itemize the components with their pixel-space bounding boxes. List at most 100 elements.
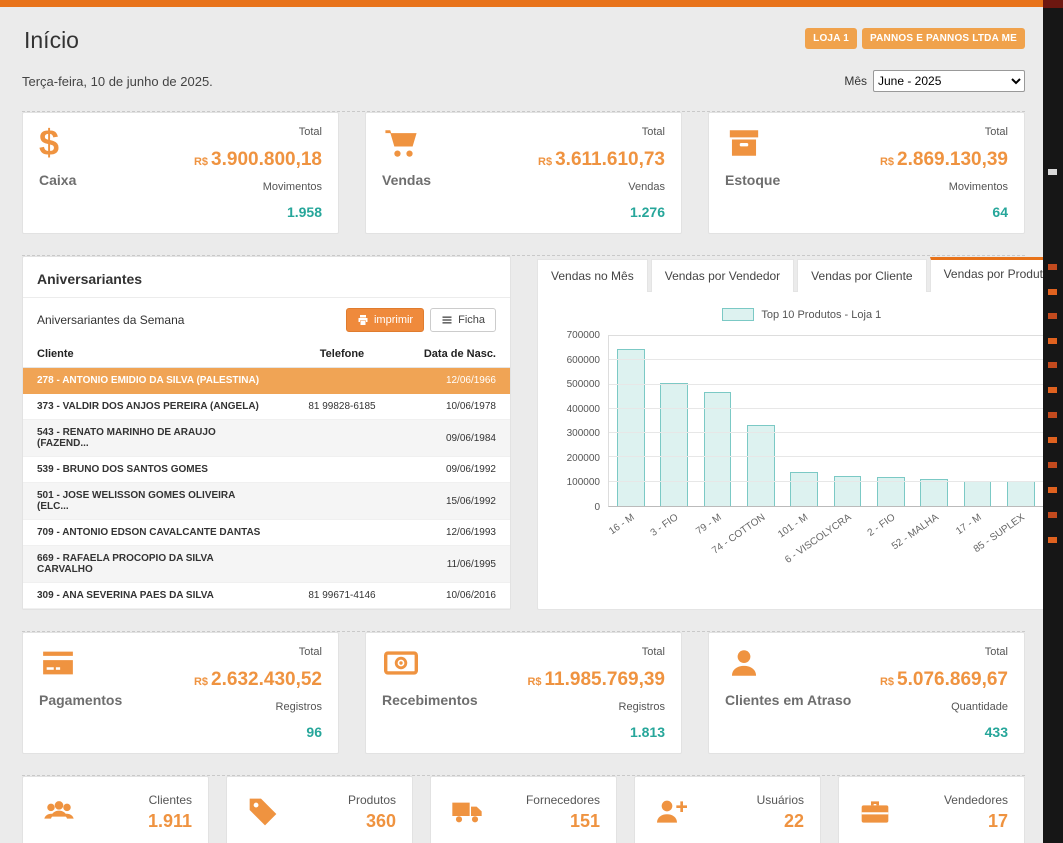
cell-data: 11/06/1995 <box>403 546 510 583</box>
date-row: Terça-feira, 10 de junho de 2025. Mês Ju… <box>22 70 1025 92</box>
vendedores-card[interactable]: Vendedores 17 <box>838 776 1025 843</box>
bar <box>920 479 948 506</box>
vendas-card[interactable]: Vendas Total R$3.611.610,73 Vendas 1.276 <box>365 112 682 234</box>
gridline <box>609 481 1043 482</box>
print-button[interactable]: imprimir <box>346 308 424 332</box>
card-title: Caixa <box>39 172 76 188</box>
tab-vendas-no-mes[interactable]: Vendas no Mês <box>537 259 648 292</box>
credit-card-icon <box>39 646 77 680</box>
total-label: Total <box>642 646 665 658</box>
cell-cliente: 709 - ANTONIO EDSON CAVALCANTE DANTAS <box>23 520 281 546</box>
sales-chart-panel: Top 10 Produtos - Loja 1 16 - M3 - FIO79… <box>537 291 1043 610</box>
cell-telefone <box>281 368 403 394</box>
recebimentos-card[interactable]: Recebimentos Total R$11.985.769,39 Regis… <box>365 632 682 754</box>
count-value: 433 <box>985 724 1008 740</box>
x-tick-label: 2 - FIO <box>865 512 897 539</box>
cell-cliente: 539 - BRUNO DOS SANTOS GOMES <box>23 457 281 483</box>
store-badge[interactable]: LOJA 1 <box>805 28 857 49</box>
legend-swatch <box>722 308 754 321</box>
cell-cliente: 278 - ANTONIO EMIDIO DA SILVA (PALESTINA… <box>23 368 281 394</box>
mini-value: 1.911 <box>148 811 192 832</box>
clientes-em-atraso-card[interactable]: Clientes em Atraso Total R$5.076.869,67 … <box>708 632 1025 754</box>
x-tick-label: 101 - M <box>776 512 810 540</box>
tab-vendas-por-produto[interactable]: Vendas por Produto <box>930 257 1043 292</box>
total-label: Total <box>985 126 1008 138</box>
table-row[interactable]: 373 - VALDIR DOS ANJOS PEREIRA (ANGELA) … <box>23 394 510 420</box>
cell-data: 12/06/1966 <box>403 368 510 394</box>
y-tick-label: 0 <box>594 502 600 513</box>
count-value: 1.813 <box>630 724 665 740</box>
legend-label: Top 10 Produtos - Loja 1 <box>761 309 881 321</box>
x-tick-label: 3 - FIO <box>649 512 681 539</box>
count-value: 1.276 <box>630 204 665 220</box>
table-row[interactable]: 278 - ANTONIO EMIDIO DA SILVA (PALESTINA… <box>23 368 510 394</box>
list-icon <box>441 314 453 326</box>
y-tick-label: 200000 <box>567 453 600 464</box>
mini-value: 17 <box>944 811 1008 832</box>
table-row[interactable]: 501 - JOSE WELISSON GOMES OLIVEIRA (ELC.… <box>23 483 510 520</box>
date-text: Terça-feira, 10 de junho de 2025. <box>22 74 213 89</box>
cell-telefone <box>281 546 403 583</box>
produtos-card[interactable]: Produtos 360 <box>226 776 413 843</box>
tab-vendas-por-cliente[interactable]: Vendas por Cliente <box>797 259 926 292</box>
total-value: R$2.869.130,39 <box>880 149 1008 171</box>
cell-telefone: 81 99671-4146 <box>281 583 403 609</box>
printer-icon <box>357 314 369 326</box>
ficha-button[interactable]: Ficha <box>430 308 496 332</box>
company-badge[interactable]: PANNOS E PANNOS LTDA ME <box>862 28 1025 49</box>
sales-tabs: Vendas no Mês Vendas por Vendedor Vendas… <box>537 256 1043 291</box>
cell-data: 15/06/1992 <box>403 483 510 520</box>
y-tick-label: 300000 <box>567 428 600 439</box>
table-row[interactable]: 543 - RENATO MARINHO DE ARAUJO (FAZEND..… <box>23 420 510 457</box>
gridline <box>609 432 1043 433</box>
caixa-card[interactable]: $ Caixa Total R$3.900.800,18 Movimentos … <box>22 112 339 234</box>
bar <box>747 425 775 506</box>
table-row[interactable]: 669 - RAFAELA PROCOPIO DA SILVA CARVALHO… <box>23 546 510 583</box>
truck-icon <box>447 796 487 828</box>
cell-data: 09/06/1992 <box>403 457 510 483</box>
money-bill-icon <box>382 646 420 680</box>
store-badges: LOJA 1 PANNOS E PANNOS LTDA ME <box>805 28 1025 49</box>
card-title: Recebimentos <box>382 692 478 708</box>
bar <box>704 392 732 506</box>
cell-telefone <box>281 420 403 457</box>
cell-cliente: 309 - ANA SEVERINA PAES DA SILVA <box>23 583 281 609</box>
stats-row-1: $ Caixa Total R$3.900.800,18 Movimentos … <box>22 112 1025 234</box>
x-tick-label: 79 - M <box>694 512 724 537</box>
cell-cliente: 501 - JOSE WELISSON GOMES OLIVEIRA (ELC.… <box>23 483 281 520</box>
ficha-button-label: Ficha <box>458 314 485 326</box>
cell-telefone: 81 99828-6185 <box>281 394 403 420</box>
mini-value: 360 <box>348 811 396 832</box>
birthdays-subtitle: Aniversariantes da Semana <box>37 313 184 327</box>
table-row[interactable]: 709 - ANTONIO EDSON CAVALCANTE DANTAS 12… <box>23 520 510 546</box>
bar <box>790 472 818 506</box>
shopping-cart-icon <box>382 126 420 160</box>
gridline <box>609 384 1043 385</box>
col-telefone: Telefone <box>281 340 403 368</box>
table-row[interactable]: 539 - BRUNO DOS SANTOS GOMES 09/06/1992 <box>23 457 510 483</box>
y-tick-label: 500000 <box>567 379 600 390</box>
bar <box>617 349 645 506</box>
fornecedores-card[interactable]: Fornecedores 151 <box>430 776 617 843</box>
usuarios-card[interactable]: Usuários 22 <box>634 776 821 843</box>
y-tick-label: 700000 <box>567 330 600 341</box>
month-label: Mês <box>844 74 867 88</box>
month-select[interactable]: June - 2025 <box>873 70 1025 92</box>
count-label: Quantidade <box>951 701 1008 713</box>
print-button-label: imprimir <box>374 314 413 326</box>
chart-legend: Top 10 Produtos - Loja 1 <box>550 308 1043 321</box>
count-label: Movimentos <box>949 181 1008 193</box>
birthdays-toolbar: Aniversariantes da Semana imprimir Ficha <box>23 298 510 340</box>
cell-data: 10/06/1978 <box>403 394 510 420</box>
stats-row-2: Pagamentos Total R$2.632.430,52 Registro… <box>22 632 1025 754</box>
total-value: R$2.632.430,52 <box>194 669 322 691</box>
archive-box-icon <box>725 126 763 160</box>
gridline <box>609 359 1043 360</box>
tab-vendas-por-vendedor[interactable]: Vendas por Vendedor <box>651 259 794 292</box>
pagamentos-card[interactable]: Pagamentos Total R$2.632.430,52 Registro… <box>22 632 339 754</box>
estoque-card[interactable]: Estoque Total R$2.869.130,39 Movimentos … <box>708 112 1025 234</box>
table-row[interactable]: 309 - ANA SEVERINA PAES DA SILVA 81 9967… <box>23 583 510 609</box>
cell-telefone <box>281 483 403 520</box>
mini-value: 22 <box>757 811 804 832</box>
clientes-card[interactable]: Clientes 1.911 <box>22 776 209 843</box>
